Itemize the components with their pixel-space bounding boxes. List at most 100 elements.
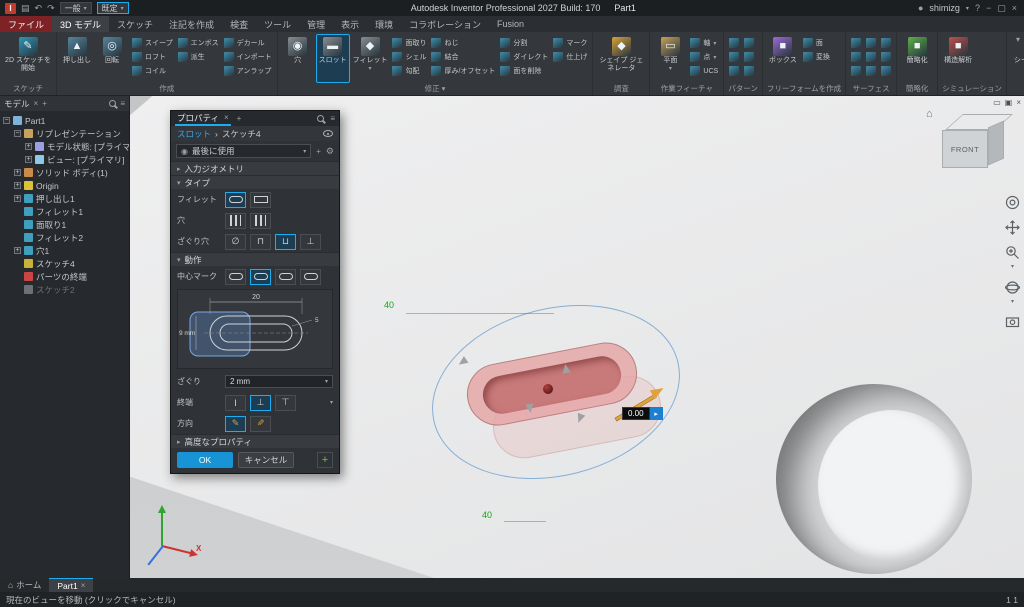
ribbon-button-ucs[interactable]: UCS — [688, 64, 720, 78]
centermark-option-4[interactable] — [300, 269, 321, 285]
fillet-rounded-option[interactable] — [225, 192, 246, 208]
ribbon-button-surf-delete[interactable] — [864, 64, 878, 78]
tree-item[interactable]: スケッチ2 — [3, 283, 129, 296]
tree-expander-icon[interactable]: + — [25, 156, 32, 163]
diagram-dim-width[interactable]: 20 — [252, 294, 260, 301]
section-input-geometry[interactable]: ▸入力ジオメトリ — [171, 161, 339, 175]
sketch-dimension-bottom[interactable]: 40 — [482, 510, 492, 520]
breadcrumb-slot-link[interactable]: スロット — [177, 128, 211, 140]
tree-expander-icon[interactable]: + — [14, 247, 21, 254]
add-preset-icon[interactable]: + — [316, 147, 321, 156]
ribbon-button-emboss[interactable]: エンボス — [176, 36, 221, 50]
ribbon-button-delete-face[interactable]: 面を削除 — [498, 64, 550, 78]
doc-close-icon[interactable]: × — [1016, 98, 1021, 107]
eye-icon[interactable] — [323, 130, 333, 137]
depth-value-input[interactable]: 0.00 — [622, 407, 650, 420]
ribbon-button-plane[interactable]: ▭平面▾ — [653, 34, 687, 83]
ribbon-button-simplify[interactable]: ■簡略化 — [900, 34, 934, 83]
pan-icon[interactable] — [1004, 219, 1021, 235]
help-icon[interactable]: ? — [975, 4, 980, 13]
chevron-down-icon[interactable]: ▾ — [1011, 263, 1014, 270]
chevron-down-icon[interactable]: ▾ — [1011, 298, 1014, 305]
ribbon-button-direct[interactable]: ダイレクト — [498, 50, 550, 64]
diagram-dim-height[interactable]: 9 mm — [179, 330, 195, 337]
menu-icon[interactable]: ≡ — [120, 99, 125, 108]
ribbon-button-point[interactable]: 点▾ — [688, 50, 720, 64]
ribbon-button-fillet[interactable]: ◆フィレット▾ — [351, 34, 390, 83]
tree-item[interactable]: +ビュー: [プライマリ] — [3, 153, 129, 166]
close-icon[interactable]: × — [1012, 3, 1017, 13]
tree-item[interactable]: +Origin — [3, 179, 129, 192]
end-distance-option[interactable]: I — [225, 395, 246, 411]
manipulator-arrow[interactable] — [561, 363, 570, 373]
ribbon-tab-4[interactable]: 検査 — [222, 16, 256, 32]
tree-item[interactable]: +モデル状態: [プライマリ] — [3, 140, 129, 153]
centermark-option-3[interactable] — [275, 269, 296, 285]
ribbon-tab-10[interactable]: Fusion — [489, 16, 532, 32]
ribbon-tab-3[interactable]: 注記を作成 — [161, 16, 222, 32]
ribbon-button-surf-trim[interactable] — [849, 64, 863, 78]
direction-default-option[interactable]: ✎ — [225, 416, 246, 432]
tree-item[interactable]: パーツの終端 — [3, 270, 129, 283]
ribbon-button-axis[interactable]: 軸▾ — [688, 36, 720, 50]
tree-expander-icon[interactable]: + — [14, 195, 21, 202]
tree-item[interactable]: +押し出し1 — [3, 192, 129, 205]
doc-minimize-icon[interactable]: ▭ — [993, 98, 1001, 107]
sketch-dimension-top[interactable]: 40 — [384, 300, 394, 310]
counterbore-depth-input[interactable]: 2 mm▾ — [225, 375, 333, 388]
ribbon-button-surf-patch[interactable] — [849, 50, 863, 64]
tab-properties[interactable]: プロパティ × — [175, 111, 231, 126]
ribbon-button-shapegen[interactable]: ◆シェイプ ジェネレータ — [596, 34, 646, 83]
search-icon[interactable] — [317, 115, 324, 122]
ribbon-button-thread[interactable]: ねじ — [429, 36, 497, 50]
search-icon[interactable] — [109, 100, 116, 107]
direction-flipped-option[interactable]: ✎ — [250, 416, 271, 432]
manipulator-arrow[interactable] — [525, 403, 534, 413]
tab-part1[interactable]: Part1× — [49, 578, 93, 592]
tree-expander-icon[interactable]: + — [25, 143, 32, 150]
hole-drilled-option[interactable] — [225, 213, 246, 229]
ribbon-button-revolve[interactable]: ◎回転 — [95, 34, 129, 83]
fillet-square-option[interactable] — [250, 192, 271, 208]
ribbon-button-hole[interactable]: ◉穴 — [281, 34, 315, 83]
apply-new-icon[interactable]: + — [317, 452, 333, 468]
orbit-icon[interactable] — [1004, 279, 1021, 295]
add-tab-icon[interactable]: + — [237, 114, 242, 123]
tree-item[interactable]: スケッチ4 — [3, 257, 129, 270]
ribbon-button-pattern-sketch[interactable] — [727, 64, 741, 78]
ribbon-button-chamfer[interactable]: 面取り — [390, 36, 428, 50]
ribbon-tab-active[interactable]: 3D モデル — [52, 16, 109, 32]
preset-select[interactable]: ◉ 最後に使用 ▾ — [176, 144, 311, 158]
ribbon-button-draft[interactable]: 勾配 — [390, 64, 428, 78]
undo-icon[interactable]: ↶ — [35, 4, 43, 13]
ribbon-button-surf-extend[interactable] — [864, 36, 878, 50]
tree-item[interactable]: 面取り1 — [3, 218, 129, 231]
close-icon[interactable]: × — [81, 581, 86, 590]
ribbon-tab-7[interactable]: 表示 — [333, 16, 367, 32]
chevron-down-icon[interactable]: ▾ — [330, 399, 333, 406]
viewcube-front-face[interactable]: FRONT — [942, 130, 988, 168]
navigation-wheel-icon[interactable] — [1004, 194, 1021, 210]
end-to-option[interactable]: ⊤ — [275, 395, 296, 411]
cbore-spotface-option[interactable]: ⊥ — [300, 234, 321, 250]
ribbon-button-pattern-path[interactable] — [742, 64, 756, 78]
ribbon-button-decal[interactable]: デカール — [222, 36, 274, 50]
redo-icon[interactable]: ↷ — [47, 4, 55, 13]
browser-tab-model[interactable]: モデル — [4, 98, 30, 110]
diagram-dim-small[interactable]: 5 — [315, 317, 319, 324]
ribbon-button-freeform-face[interactable]: 面 — [801, 36, 832, 50]
ribbon-button-finish[interactable]: 仕上げ — [551, 50, 589, 64]
ribbon-button-surf-ruled[interactable] — [879, 64, 893, 78]
ribbon-button-freeform-box[interactable]: ■ボックス — [766, 34, 800, 83]
section-behavior[interactable]: ▾動作 — [171, 252, 339, 266]
ribbon-button-split[interactable]: 分割 — [498, 36, 550, 50]
ribbon-button-derive[interactable]: 派生 — [176, 50, 221, 64]
ribbon-collapse-icon[interactable]: ▾ — [1016, 35, 1020, 44]
tree-item[interactable]: −Part1 — [3, 114, 129, 127]
username[interactable]: shimizg — [929, 3, 960, 13]
end-through-option[interactable]: ⊥ — [250, 395, 271, 411]
ribbon-button-coil[interactable]: コイル — [130, 64, 175, 78]
cbore-none-option[interactable]: ∅ — [225, 234, 246, 250]
section-type[interactable]: ▾タイプ — [171, 175, 339, 189]
ribbon-button-unwrap[interactable]: アンラップ — [222, 64, 274, 78]
